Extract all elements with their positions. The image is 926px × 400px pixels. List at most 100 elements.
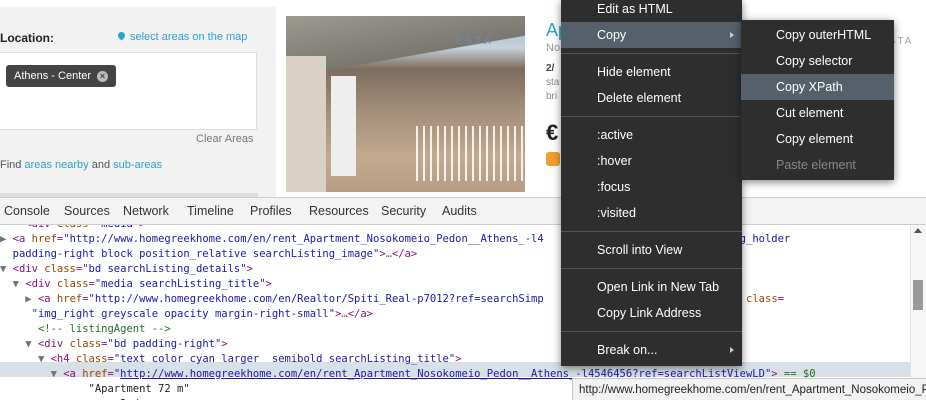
- tab-sources[interactable]: Sources: [64, 198, 110, 224]
- submenu-item-copy-element[interactable]: Copy element: [741, 126, 894, 152]
- clear-areas-link[interactable]: Clear Areas: [196, 133, 253, 145]
- listing-detail-line: bri: [546, 91, 558, 102]
- dom-token: "img_right greyscale opacity margin-righ…: [31, 308, 336, 320]
- listing-detail-line: 2/: [546, 63, 555, 74]
- tab-security[interactable]: Security: [381, 198, 426, 224]
- chip-close-icon[interactable]: ×: [97, 71, 109, 82]
- expand-down-icon[interactable]: ▼: [38, 353, 51, 365]
- dom-node-row[interactable]: ▼ <h4 class="text color cyan larger semi…: [0, 352, 462, 367]
- menu-item-label: :visited: [597, 206, 636, 220]
- dom-tree-scrollbar[interactable]: [910, 225, 926, 400]
- dom-node-row[interactable]: "img_right greyscale opacity margin-righ…: [0, 307, 373, 322]
- tab-network[interactable]: Network: [123, 198, 169, 224]
- and-text: and: [91, 159, 111, 171]
- menu-item-active[interactable]: :active: [561, 122, 742, 148]
- menu-item-label: Open Link in New Tab: [597, 280, 720, 294]
- map-link-label: select areas on the map: [130, 31, 248, 43]
- photo-railing: [416, 126, 525, 181]
- dom-token: "text color cyan larger semibold searchL…: [113, 353, 456, 365]
- expand-right-icon[interactable]: ▶: [25, 293, 38, 305]
- tab-resources[interactable]: Resources: [309, 198, 369, 224]
- menu-item-scroll-into-view[interactable]: Scroll into View: [561, 237, 742, 263]
- dom-token: >: [139, 225, 145, 230]
- dom-token: href: [56, 293, 83, 305]
- menu-item-delete-element[interactable]: Delete element: [561, 85, 742, 111]
- menu-item-label: Copy: [597, 28, 627, 42]
- dom-token: class: [44, 263, 76, 275]
- dom-node-row[interactable]: "Apartment 72 m": [0, 382, 190, 397]
- dom-token: "media searchListing_title": [94, 278, 266, 290]
- submenu-item-copy-outerhtml[interactable]: Copy outerHTML: [741, 22, 894, 48]
- dom-token: class: [75, 353, 108, 365]
- dom-token: class: [57, 225, 89, 230]
- map-pin-icon: [116, 30, 127, 41]
- menu-item-hide-element[interactable]: Hide element: [561, 59, 742, 85]
- dom-token: <h4: [50, 353, 76, 365]
- dom-token: <div: [37, 338, 70, 350]
- menu-item-copy[interactable]: Copy: [561, 22, 742, 48]
- submenu-item-copy-xpath[interactable]: Copy XPath: [741, 74, 894, 100]
- dom-node-row[interactable]: <div class="media">: [0, 225, 145, 232]
- submenu-item-paste-element: Paste element: [776, 158, 856, 172]
- expand-down-icon[interactable]: ▼: [51, 368, 64, 380]
- menu-separator: [561, 331, 742, 332]
- sub-areas-link[interactable]: sub-areas: [113, 159, 162, 171]
- elements-dom-tree[interactable]: <div class="media">▶ <a href="http://www…: [0, 225, 910, 400]
- menu-item-break-on[interactable]: Break on...: [561, 337, 742, 363]
- menu-item-focus[interactable]: :focus: [561, 174, 742, 200]
- link-status-bubble: http://www.homegreekhome.com/en/rent_Apa…: [572, 378, 926, 400]
- thumbs-up-icon[interactable]: [546, 152, 560, 166]
- listing-price: €: [546, 120, 559, 145]
- selected-areas-box: [0, 52, 257, 130]
- menu-item-edit-as-html[interactable]: Edit as HTML: [561, 0, 742, 22]
- area-chip[interactable]: Athens - Center ×: [6, 65, 117, 87]
- areas-nearby-link[interactable]: areas nearby: [24, 159, 88, 171]
- scroll-up-arrow-icon[interactable]: [914, 228, 922, 233]
- expand-down-icon[interactable]: ▼: [13, 278, 26, 290]
- dom-token: >: [265, 278, 272, 290]
- menu-item-open-link-in-new-tab[interactable]: Open Link in New Tab: [561, 274, 742, 300]
- expand-right-icon[interactable]: ▶: [0, 233, 13, 245]
- tab-profiles[interactable]: Profiles: [250, 198, 292, 224]
- menu-item-visited[interactable]: :visited: [561, 200, 742, 226]
- dom-node-row[interactable]: padding-right block position_relative se…: [0, 247, 418, 262]
- listing-details: 2/ sta bri: [546, 62, 559, 104]
- select-areas-map-link[interactable]: select areas on the map: [116, 30, 248, 43]
- dom-node-row[interactable]: ▼ <div class="bd padding-right">: [0, 337, 227, 352]
- menu-separator: [561, 231, 742, 232]
- dom-node-row[interactable]: <!-- listingAgent -->: [0, 322, 171, 337]
- dom-node-row[interactable]: ▼ <div class="bd searchListing_details">: [0, 262, 253, 277]
- tab-audits[interactable]: Audits: [442, 198, 477, 224]
- submenu-item-cut-element[interactable]: Cut element: [741, 100, 894, 126]
- expand-down-icon[interactable]: ▼: [0, 263, 13, 275]
- listing-detail-line: sta: [546, 77, 560, 88]
- dom-token: href: [82, 368, 108, 380]
- photo-shutter: [331, 76, 356, 176]
- devtools-tab-bar: Console Sources Network Timeline Profiles Res…: [0, 197, 926, 225]
- menu-separator: [561, 53, 742, 54]
- dom-token: </a>: [391, 248, 418, 260]
- dom-token: =: [777, 293, 784, 305]
- menu-item-label: :focus: [597, 180, 631, 194]
- menu-item-copy-link-address[interactable]: Copy Link Address: [561, 300, 742, 326]
- expand-down-icon[interactable]: ▼: [25, 338, 38, 350]
- dom-token: >: [455, 353, 462, 365]
- menu-item-hover[interactable]: :hover: [561, 148, 742, 174]
- dom-token: padding-right block position_relative se…: [12, 248, 380, 260]
- menu-item-label: Break on...: [597, 343, 658, 357]
- menu-item-label: Hide element: [597, 65, 671, 79]
- tab-timeline[interactable]: Timeline: [187, 198, 234, 224]
- find-prefix: Find: [0, 159, 22, 171]
- listing-subtitle: No: [546, 42, 561, 54]
- dom-node-row[interactable]: ▼ <div class="media searchListing_title"…: [0, 277, 272, 292]
- submenu-arrow-icon: [730, 32, 734, 38]
- scrollbar-thumb[interactable]: [913, 280, 923, 310]
- dom-token: >: [246, 263, 253, 275]
- tab-console[interactable]: Console: [4, 198, 50, 224]
- dom-token: class: [746, 293, 778, 305]
- menu-item-label: :hover: [597, 154, 632, 168]
- submenu-item-copy-selector[interactable]: Copy selector: [741, 48, 894, 74]
